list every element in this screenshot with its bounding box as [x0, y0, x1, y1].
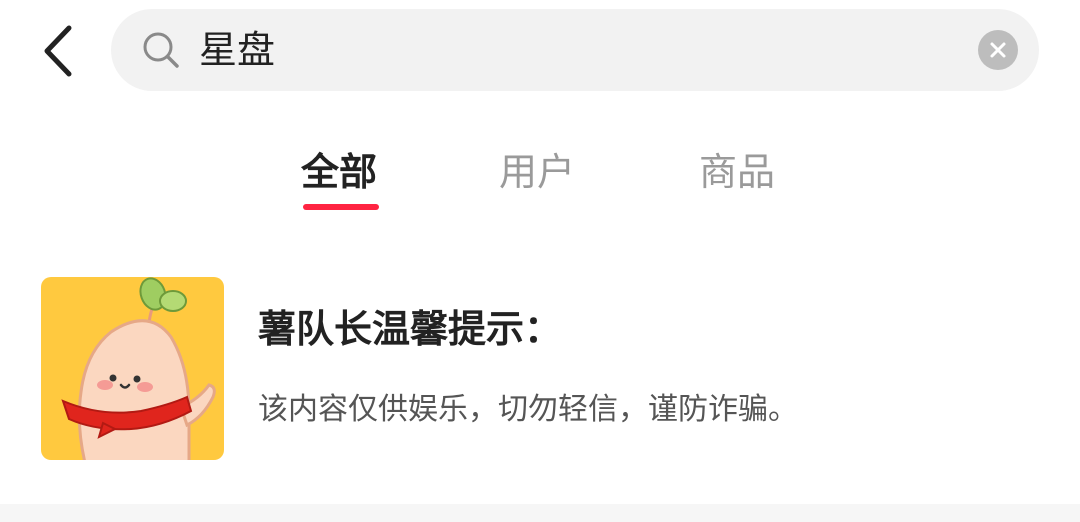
tab-products[interactable]: 商品 — [699, 140, 775, 204]
active-tab-indicator — [303, 204, 379, 210]
mascot-illustration — [61, 277, 216, 460]
notice-title: 薯队长温馨提示： — [258, 307, 563, 351]
result-tabs: 全部 用户 商品 — [0, 140, 1080, 220]
tab-users[interactable]: 用户 — [499, 140, 575, 204]
search-input[interactable] — [199, 21, 959, 79]
search-icon — [143, 32, 179, 68]
potato-mascot-avatar — [41, 277, 224, 460]
chevron-left-icon — [44, 25, 72, 77]
notice-body: 该内容仅供娱乐，切勿轻信，谨防诈骗。 — [258, 392, 798, 427]
clear-search-button[interactable] — [978, 30, 1018, 70]
back-button[interactable] — [36, 22, 80, 80]
search-bar[interactable] — [111, 9, 1039, 91]
tab-all[interactable]: 全部 — [301, 140, 377, 204]
search-results-page: 全部 用户 商品 — [0, 0, 1080, 522]
clear-icon — [990, 42, 1006, 58]
notice-card: 薯队长温馨提示： 该内容仅供娱乐，切勿轻信，谨防诈骗。 — [40, 276, 1040, 462]
content-divider — [0, 504, 1080, 522]
